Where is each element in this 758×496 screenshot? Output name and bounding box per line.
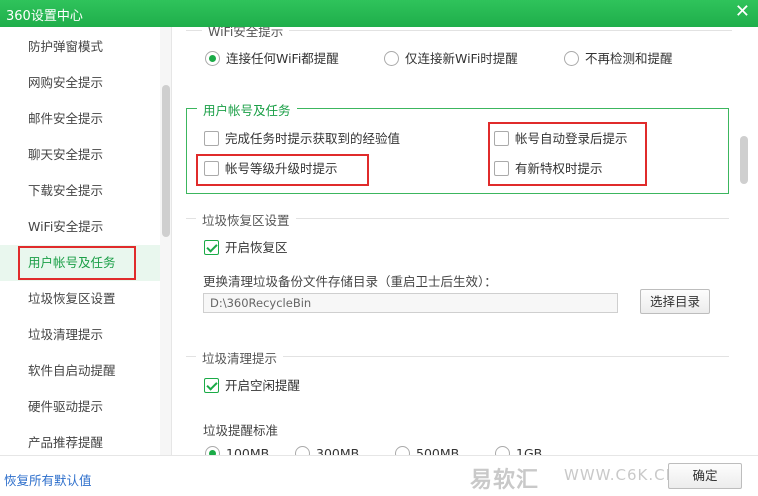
sidebar-item-cleanup[interactable]: 垃圾清理提示	[0, 317, 160, 353]
wifi-option-any[interactable]: 连接任何WiFi都提醒	[205, 50, 365, 68]
cleanup-panel: 垃圾清理提示	[186, 348, 729, 456]
recycle-path-input[interactable]: D:\360RecycleBin	[203, 293, 618, 313]
cleanup-idle-checkbox[interactable]: 开启空闲提醒	[204, 377, 324, 395]
title-bar: 360设置中心 ✕	[0, 0, 758, 27]
checkbox-box	[494, 131, 509, 146]
radio-dot	[564, 51, 579, 66]
close-icon[interactable]: ✕	[735, 2, 750, 22]
ok-button[interactable]: 确定	[668, 463, 742, 489]
checkbox-box	[494, 161, 509, 176]
checkbox-box	[204, 131, 219, 146]
watermark-url: WWW.C6K.CN	[564, 466, 678, 484]
sidebar-item-download[interactable]: 下载安全提示	[0, 173, 160, 209]
sidebar-item-driver[interactable]: 硬件驱动提示	[0, 389, 160, 425]
sidebar-item-email[interactable]: 邮件安全提示	[0, 101, 160, 137]
account-autologin-checkbox[interactable]: 帐号自动登录后提示	[494, 130, 644, 148]
sidebar-item-recommend[interactable]: 产品推荐提醒	[0, 425, 160, 455]
account-exp-checkbox[interactable]: 完成任务时提示获取到的经验值	[204, 130, 404, 148]
radio-dot	[295, 446, 310, 455]
sidebar-item-autostart[interactable]: 软件自启动提醒	[0, 353, 160, 389]
footer: 恢复所有默认值 易软汇 WWW.C6K.CN 确定	[0, 455, 758, 496]
recycle-panel-title: 垃圾恢复区设置	[196, 210, 296, 229]
wifi-panel-title: WiFi安全提示	[202, 27, 290, 40]
content-scrollbar[interactable]	[738, 40, 750, 442]
cleanup-panel-title: 垃圾清理提示	[196, 348, 284, 367]
checkbox-box	[204, 378, 219, 393]
sidebar-item-chat[interactable]: 聊天安全提示	[0, 137, 160, 173]
recycle-enable-checkbox[interactable]: 开启恢复区	[204, 239, 324, 257]
checkbox-box	[204, 161, 219, 176]
checkbox-box	[204, 240, 219, 255]
threshold-row-clip: 100MB 300MB 500MB 1GB	[186, 444, 729, 455]
radio-dot	[384, 51, 399, 66]
radio-dot	[395, 446, 410, 455]
window-title: 360设置中心	[6, 9, 83, 24]
account-levelup-checkbox[interactable]: 帐号等级升级时提示	[204, 160, 364, 178]
sidebar: 防护弹窗模式 网购安全提示 邮件安全提示 聊天安全提示 下载安全提示 WiFi安…	[0, 27, 172, 455]
cleanup-threshold-caption: 垃圾提醒标准	[203, 423, 279, 438]
sidebar-item-account[interactable]: 用户帐号及任务	[0, 245, 160, 281]
radio-dot	[205, 446, 220, 455]
watermark-logo: 易软汇	[470, 468, 540, 493]
threshold-100mb[interactable]: 100MB	[205, 445, 295, 455]
radio-dot	[205, 51, 220, 66]
sidebar-item-shopping[interactable]: 网购安全提示	[0, 65, 160, 101]
threshold-1gb[interactable]: 1GB	[495, 445, 585, 455]
threshold-300mb[interactable]: 300MB	[295, 445, 385, 455]
account-panel-title: 用户帐号及任务	[197, 100, 297, 119]
restore-defaults-link[interactable]: 恢复所有默认值	[4, 470, 92, 489]
sidebar-item-wifi[interactable]: WiFi安全提示	[0, 209, 160, 245]
radio-dot	[495, 446, 510, 455]
account-panel: 用户帐号及任务	[186, 100, 729, 194]
settings-window: 360设置中心 ✕ 防护弹窗模式 网购安全提示 邮件安全提示 聊天安全提示 下载…	[0, 0, 758, 496]
sidebar-scrollbar[interactable]	[160, 27, 171, 455]
sidebar-scroll-thumb[interactable]	[162, 85, 170, 237]
content-scroll-thumb[interactable]	[740, 136, 748, 184]
recycle-dir-caption: 更换清理垃圾备份文件存储目录（重启卫士后生效）：	[203, 274, 497, 289]
select-directory-button[interactable]: 选择目录	[640, 289, 710, 314]
account-privilege-checkbox[interactable]: 有新特权时提示	[494, 160, 644, 178]
sidebar-item-popup-mode[interactable]: 防护弹窗模式	[0, 29, 160, 65]
sidebar-item-recycle[interactable]: 垃圾恢复区设置	[0, 281, 160, 317]
threshold-500mb[interactable]: 500MB	[395, 445, 485, 455]
wifi-option-never[interactable]: 不再检测和提醒	[564, 50, 704, 68]
wifi-option-new-only[interactable]: 仅连接新WiFi时提醒	[384, 50, 544, 68]
